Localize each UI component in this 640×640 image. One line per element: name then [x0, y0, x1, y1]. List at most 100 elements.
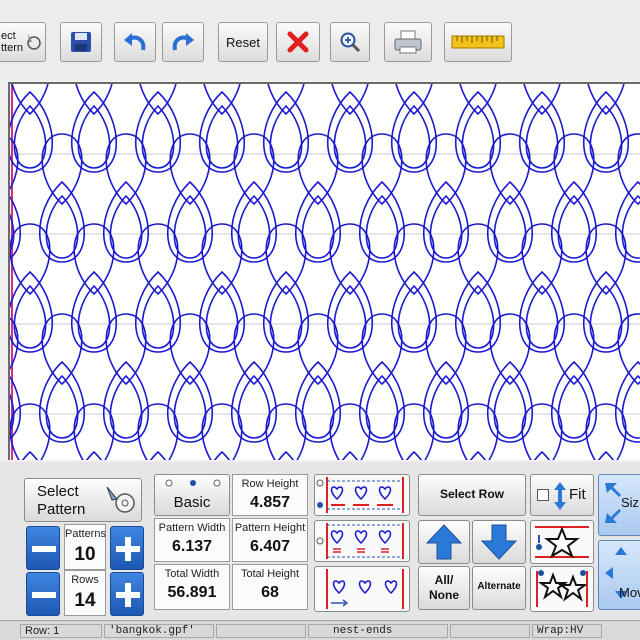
ruler-button[interactable] — [444, 22, 512, 62]
reset-button[interactable]: Reset — [218, 22, 268, 62]
status-empty-box — [450, 624, 530, 638]
pattern-leaf — [557, 374, 591, 439]
pattern-leaf — [589, 104, 623, 169]
all-none-button[interactable]: All/ None — [418, 566, 470, 610]
hearts-row-icon — [316, 477, 404, 513]
pattern-leaf — [422, 180, 470, 263]
pattern-leaf — [45, 374, 79, 439]
arrow-down-icon — [480, 524, 518, 560]
print-icon — [394, 30, 422, 54]
total-width-label: Total Width — [164, 568, 220, 580]
undo-button[interactable] — [114, 22, 156, 62]
pattern-leaf — [550, 360, 598, 443]
rows-increment-button[interactable] — [110, 572, 144, 616]
patterns-field: Patterns 10 — [64, 524, 106, 570]
pattern-leaf — [102, 360, 150, 443]
select-pattern-line1: Select — [37, 483, 79, 500]
size-button[interactable]: Siz — [598, 474, 640, 536]
minus-icon — [32, 546, 56, 552]
pattern-leaf — [141, 104, 175, 169]
pattern-leaf — [109, 194, 143, 259]
mode-dots-icon — [165, 479, 221, 487]
plus-icon — [116, 537, 140, 561]
pattern-leaf — [166, 360, 214, 443]
layout-nest-button[interactable] — [314, 474, 410, 516]
pattern-leaf — [141, 284, 175, 349]
pattern-leaf — [333, 104, 367, 169]
pattern-leaf — [390, 90, 438, 173]
star-stretch-button[interactable] — [530, 520, 594, 564]
status-file: 'bangkok.gpf' — [104, 624, 214, 638]
pattern-leaf — [149, 450, 167, 460]
pattern-leaf — [589, 284, 623, 349]
pattern-leaf — [461, 104, 495, 169]
pattern-leaf — [77, 284, 111, 349]
pattern-leaf — [85, 450, 103, 460]
fit-label: Fit — [569, 486, 586, 503]
pattern-leaf — [365, 194, 399, 259]
pattern-hand-icon — [106, 486, 135, 513]
pattern-canvas[interactable] — [8, 82, 640, 460]
redo-button[interactable] — [162, 22, 204, 62]
toolbar: ect ttern Reset — [0, 0, 640, 80]
pattern-leaf — [262, 270, 310, 353]
pattern-leaf — [277, 450, 295, 460]
pattern-leaf — [102, 180, 150, 263]
pattern-leaf — [454, 270, 502, 353]
pattern-leaf — [358, 360, 406, 443]
basic-mode-button[interactable]: Basic — [154, 474, 230, 516]
quilt-pattern-app: ect ttern Reset Select Pattern Patterns … — [0, 0, 640, 640]
patterns-value: 10 — [74, 544, 96, 565]
pattern-leaf — [397, 284, 431, 349]
pattern-leaf — [365, 374, 399, 439]
rows-label: Rows — [71, 574, 99, 586]
select-pattern-icon — [27, 34, 41, 50]
vertical-resize-icon — [554, 482, 566, 510]
patterns-decrement-button[interactable] — [26, 526, 60, 570]
pattern-leaf — [13, 284, 47, 349]
save-button[interactable] — [60, 22, 102, 62]
select-pattern-button[interactable]: Select Pattern — [24, 478, 142, 522]
size-label: Siz — [621, 495, 640, 510]
pattern-leaf — [198, 270, 246, 353]
hearts-gap-icon — [316, 523, 404, 559]
move-label: Mov — [619, 585, 640, 600]
pattern-leaf — [454, 90, 502, 173]
select-row-button[interactable]: Select Row — [418, 474, 526, 516]
row-down-button[interactable] — [472, 520, 526, 564]
select-pattern-toolbar-button[interactable]: ect ttern — [0, 22, 46, 62]
layout-spread-button[interactable] — [314, 566, 410, 612]
pattern-leaf — [557, 194, 591, 259]
star-stretch-icon — [535, 526, 589, 559]
rows-decrement-button[interactable] — [26, 572, 60, 616]
reset-label: Reset — [226, 34, 260, 50]
pattern-leaf — [301, 374, 335, 439]
layout-gap-button[interactable] — [314, 520, 410, 562]
fit-checkbox[interactable] — [537, 489, 549, 501]
alternate-button[interactable]: Alternate — [472, 566, 526, 610]
pattern-leaf — [582, 90, 630, 173]
delete-button[interactable] — [276, 22, 320, 62]
patterns-label: Patterns — [65, 528, 106, 540]
select-pattern-line2: Pattern — [37, 501, 86, 518]
status-mode: nest-ends — [308, 624, 448, 638]
pattern-leaf — [390, 270, 438, 353]
pattern-leaf — [262, 90, 310, 173]
fit-button[interactable]: Fit — [530, 474, 594, 516]
patterns-increment-button[interactable] — [110, 526, 144, 570]
pattern-leaf — [134, 270, 182, 353]
zoom-in-button[interactable] — [330, 22, 370, 62]
pattern-leaf — [169, 133, 211, 206]
row-up-button[interactable] — [418, 520, 470, 564]
print-button[interactable] — [384, 22, 432, 62]
pattern-leaf — [230, 360, 278, 443]
move-button[interactable]: Mov — [598, 540, 640, 610]
select-row-label: Select Row — [439, 487, 505, 501]
star-mirror-button[interactable] — [530, 566, 594, 612]
pattern-leaf — [269, 104, 303, 169]
undo-icon — [124, 33, 146, 51]
pattern-width-value: 6.137 — [171, 538, 213, 555]
pattern-leaf — [38, 360, 86, 443]
pattern-leaf — [326, 90, 374, 173]
pattern-leaf — [233, 133, 275, 206]
